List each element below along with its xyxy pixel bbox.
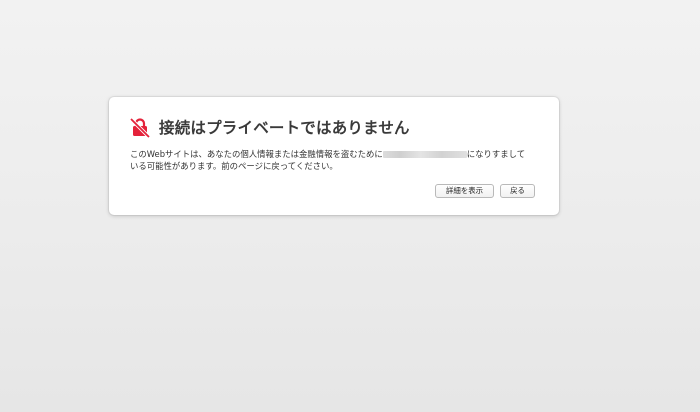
dialog-buttons: 詳細を表示 戻る <box>435 184 535 198</box>
show-details-button[interactable]: 詳細を表示 <box>435 184 494 198</box>
message-line-2: いる可能性があります。前のページに戻ってください。 <box>130 161 338 171</box>
message-text-before-site: このWebサイトは、あなたの個人情報または金融情報を盗むために <box>130 149 383 159</box>
privacy-warning-card: 接続はプライベートではありません このWebサイトは、あなたの個人情報または金融… <box>109 97 559 215</box>
back-button[interactable]: 戻る <box>500 184 535 198</box>
message-text-after-site: になりすまして <box>466 149 526 159</box>
warning-message: このWebサイトは、あなたの個人情報または金融情報を盗むために になりすまして い… <box>130 148 548 172</box>
message-line-1: このWebサイトは、あなたの個人情報または金融情報を盗むために になりすまして <box>130 148 548 160</box>
redacted-site-name <box>382 151 467 158</box>
broken-lock-icon <box>129 117 151 139</box>
dialog-title: 接続はプライベートではありません <box>159 119 410 137</box>
